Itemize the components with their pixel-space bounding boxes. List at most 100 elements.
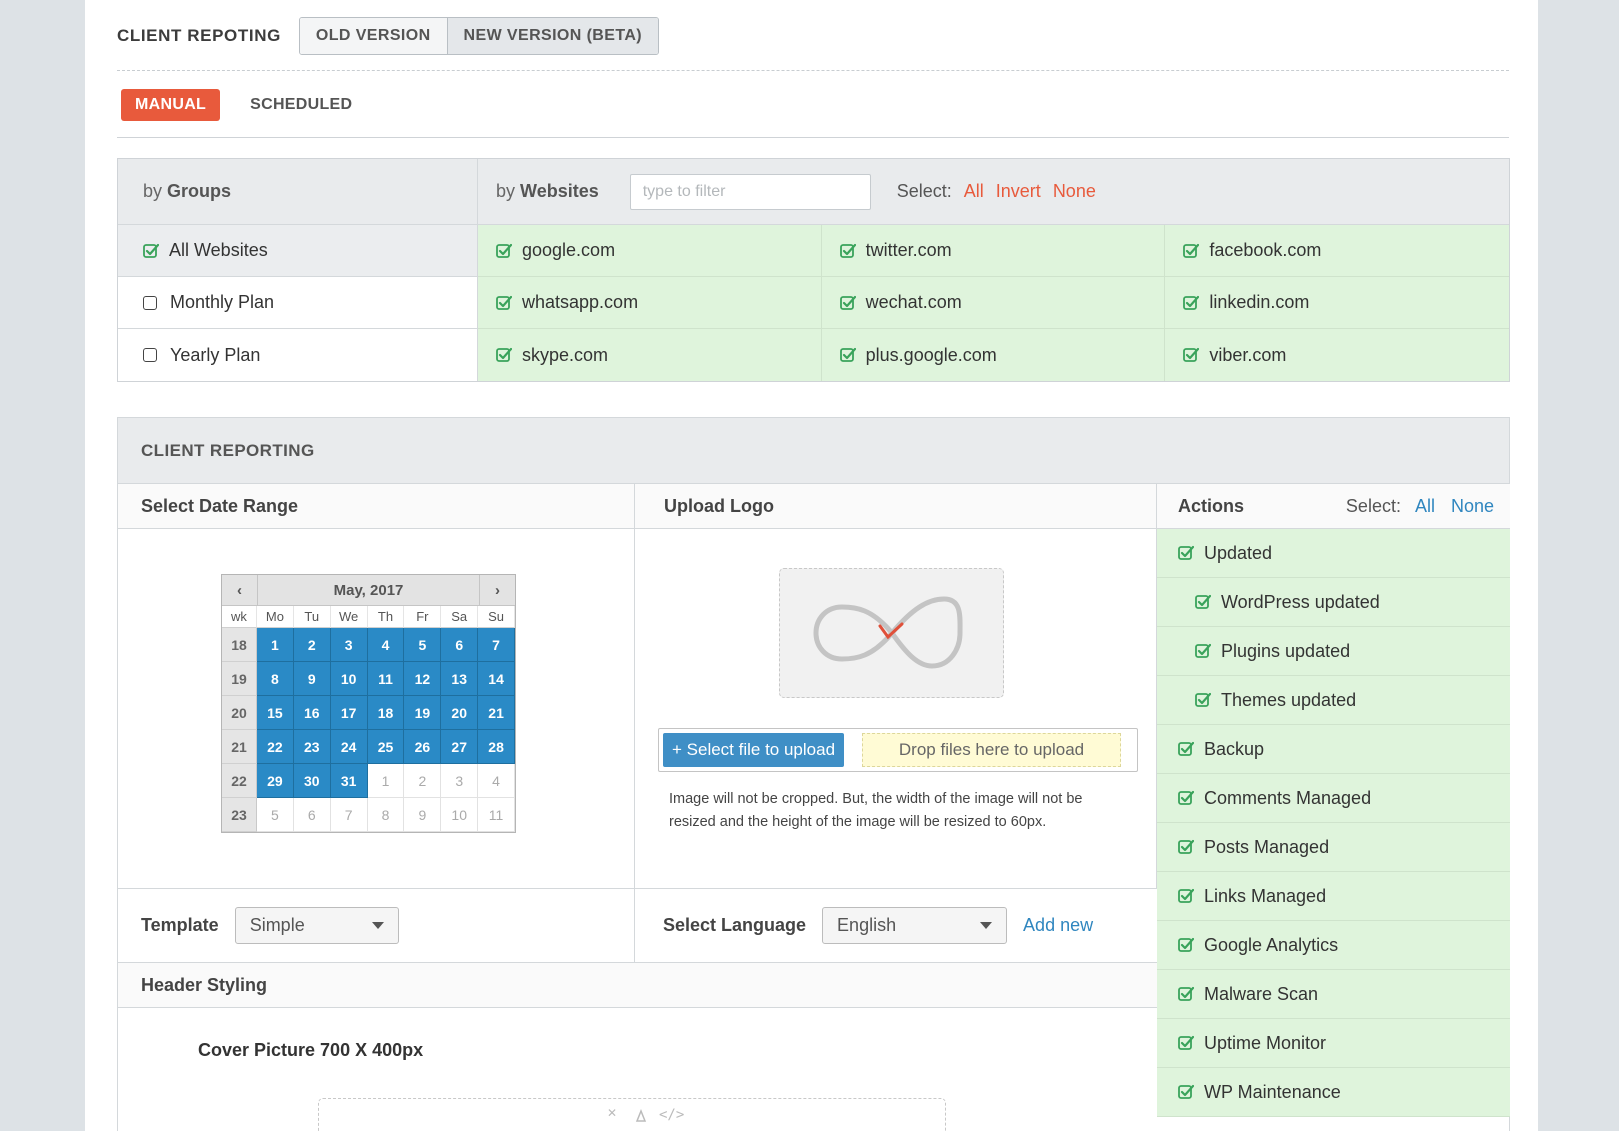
- tab-manual[interactable]: MANUAL: [121, 89, 221, 121]
- action-item[interactable]: Backup: [1157, 725, 1510, 774]
- old-version-button[interactable]: OLD VERSION: [299, 18, 447, 54]
- checkbox-checked-icon[interactable]: [1178, 1084, 1195, 1100]
- website-item[interactable]: skype.com: [478, 329, 822, 381]
- checkbox-empty-icon[interactable]: [143, 348, 157, 362]
- calendar-day[interactable]: 12: [404, 662, 442, 696]
- select-invert-link[interactable]: Invert: [996, 181, 1041, 202]
- website-item[interactable]: google.com: [478, 225, 822, 277]
- calendar-day[interactable]: 5: [404, 628, 442, 662]
- calendar-day[interactable]: 25: [367, 730, 405, 764]
- calendar-day[interactable]: 13: [441, 662, 479, 696]
- calendar-day[interactable]: 14: [478, 662, 515, 696]
- actions-select-none[interactable]: None: [1451, 496, 1494, 517]
- checkbox-checked-icon[interactable]: [839, 295, 856, 311]
- checkbox-checked-icon[interactable]: [1195, 692, 1212, 708]
- checkbox-checked-icon[interactable]: [839, 347, 856, 363]
- checkbox-checked-icon[interactable]: [839, 243, 856, 259]
- website-item[interactable]: wechat.com: [821, 277, 1166, 329]
- calendar-day[interactable]: 22: [257, 730, 294, 764]
- select-file-button[interactable]: + Select file to upload: [663, 733, 845, 767]
- prev-month-button[interactable]: ‹: [222, 575, 258, 605]
- calendar-day[interactable]: 4: [367, 628, 405, 662]
- calendar-day[interactable]: 21: [478, 696, 515, 730]
- calendar-day[interactable]: 9: [404, 798, 442, 832]
- logo-preview[interactable]: [779, 568, 1004, 698]
- calendar-day[interactable]: 9: [293, 662, 331, 696]
- checkbox-checked-icon[interactable]: [496, 347, 513, 363]
- calendar-day[interactable]: 4: [478, 764, 515, 798]
- calendar-day[interactable]: 15: [257, 696, 294, 730]
- calendar-day[interactable]: 29: [257, 764, 294, 798]
- calendar-day[interactable]: 8: [367, 798, 405, 832]
- calendar-day[interactable]: 5: [257, 798, 294, 832]
- calendar-day[interactable]: 1: [367, 764, 405, 798]
- calendar-day[interactable]: 23: [293, 730, 331, 764]
- calendar-day[interactable]: 3: [441, 764, 479, 798]
- calendar-day[interactable]: 10: [330, 662, 368, 696]
- action-item[interactable]: Malware Scan: [1157, 970, 1510, 1019]
- checkbox-checked-icon[interactable]: [143, 243, 160, 259]
- checkbox-checked-icon[interactable]: [1183, 347, 1200, 363]
- group-row[interactable]: All Websites: [118, 225, 477, 277]
- calendar-day[interactable]: 3: [330, 628, 368, 662]
- action-item[interactable]: Links Managed: [1157, 872, 1510, 921]
- calendar-day[interactable]: 20: [441, 696, 479, 730]
- calendar-day[interactable]: 8: [257, 662, 294, 696]
- action-item[interactable]: WP Maintenance: [1157, 1068, 1510, 1117]
- checkbox-checked-icon[interactable]: [1178, 986, 1195, 1002]
- action-item[interactable]: WordPress updated: [1157, 578, 1510, 627]
- website-item[interactable]: facebook.com: [1165, 225, 1509, 277]
- calendar-day[interactable]: 27: [441, 730, 479, 764]
- tab-scheduled[interactable]: SCHEDULED: [250, 96, 352, 114]
- language-select[interactable]: English: [822, 907, 1008, 944]
- checkbox-checked-icon[interactable]: [1178, 545, 1195, 561]
- calendar-day[interactable]: 17: [330, 696, 368, 730]
- checkbox-checked-icon[interactable]: [1178, 1035, 1195, 1051]
- checkbox-empty-icon[interactable]: [143, 295, 157, 310]
- next-month-button[interactable]: ›: [479, 575, 515, 605]
- group-row[interactable]: Yearly Plan: [118, 329, 477, 381]
- template-select[interactable]: Simple: [234, 907, 399, 944]
- filter-input[interactable]: [629, 173, 871, 210]
- checkbox-checked-icon[interactable]: [1183, 243, 1200, 259]
- checkbox-checked-icon[interactable]: [1178, 839, 1195, 855]
- calendar-day[interactable]: 31: [330, 764, 368, 798]
- calendar-day[interactable]: 18: [367, 696, 405, 730]
- calendar-day[interactable]: 24: [330, 730, 368, 764]
- website-item[interactable]: viber.com: [1165, 329, 1509, 381]
- checkbox-checked-icon[interactable]: [1178, 937, 1195, 953]
- calendar-day[interactable]: 7: [330, 798, 368, 832]
- checkbox-checked-icon[interactable]: [1178, 888, 1195, 904]
- website-item[interactable]: plus.google.com: [822, 329, 1166, 381]
- calendar-day[interactable]: 1: [257, 628, 294, 662]
- calendar-day[interactable]: 11: [367, 662, 405, 696]
- checkbox-checked-icon[interactable]: [496, 243, 513, 259]
- calendar-day[interactable]: 11: [478, 798, 515, 832]
- action-item[interactable]: Google Analytics: [1157, 921, 1510, 970]
- add-new-link[interactable]: Add new: [1023, 915, 1093, 936]
- website-item[interactable]: twitter.com: [821, 225, 1166, 277]
- calendar-day[interactable]: 6: [293, 798, 331, 832]
- action-item[interactable]: Comments Managed: [1157, 774, 1510, 823]
- calendar-day[interactable]: 19: [404, 696, 442, 730]
- calendar-day[interactable]: 30: [293, 764, 331, 798]
- new-version-button[interactable]: NEW VERSION (BETA): [446, 18, 659, 54]
- action-item[interactable]: Posts Managed: [1157, 823, 1510, 872]
- website-item[interactable]: linkedin.com: [1165, 277, 1509, 329]
- action-item[interactable]: Updated: [1157, 529, 1510, 578]
- checkbox-checked-icon[interactable]: [496, 295, 513, 311]
- checkbox-checked-icon[interactable]: [1183, 295, 1200, 311]
- checkbox-checked-icon[interactable]: [1178, 790, 1195, 806]
- calendar-day[interactable]: 2: [293, 628, 331, 662]
- calendar-day[interactable]: 26: [404, 730, 442, 764]
- cover-picture-dropzone[interactable]: ✕ </>: [318, 1098, 946, 1131]
- select-none-link[interactable]: None: [1053, 181, 1096, 202]
- calendar-day[interactable]: 28: [478, 730, 515, 764]
- calendar-day[interactable]: 10: [441, 798, 479, 832]
- website-item[interactable]: whatsapp.com: [478, 277, 822, 329]
- checkbox-checked-icon[interactable]: [1195, 643, 1212, 659]
- action-item[interactable]: Uptime Monitor: [1157, 1019, 1510, 1068]
- actions-select-all[interactable]: All: [1415, 496, 1435, 517]
- calendar-day[interactable]: 6: [441, 628, 479, 662]
- calendar-day[interactable]: 2: [404, 764, 442, 798]
